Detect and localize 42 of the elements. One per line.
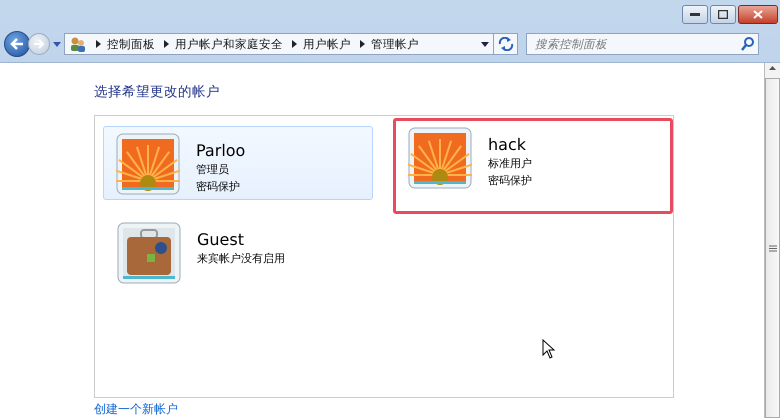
account-tile[interactable]: Parloo 管理员 密码保护 bbox=[103, 126, 373, 200]
suitcase-avatar-icon bbox=[117, 222, 181, 284]
create-account-link[interactable]: 创建一个新帐户 bbox=[94, 401, 178, 418]
breadcrumb-item[interactable]: 用户帐户 bbox=[303, 36, 351, 52]
chevron-icon[interactable] bbox=[292, 40, 297, 48]
refresh-icon bbox=[498, 37, 514, 51]
page-heading: 选择希望更改的帐户 bbox=[94, 83, 221, 101]
breadcrumb-item[interactable]: 控制面板 bbox=[107, 36, 155, 52]
flower-avatar-icon bbox=[116, 133, 180, 195]
back-arrow-icon bbox=[10, 38, 24, 50]
account-detail: 管理员 bbox=[196, 162, 230, 178]
account-name: Parloo bbox=[196, 141, 246, 161]
account-detail: 密码保护 bbox=[488, 173, 532, 189]
account-detail: 来宾帐户没有启用 bbox=[197, 251, 285, 267]
minimize-button[interactable] bbox=[682, 5, 708, 24]
breadcrumb-item[interactable]: 用户帐户和家庭安全 bbox=[175, 36, 283, 52]
mouse-pointer-icon bbox=[542, 339, 556, 359]
chevron-icon[interactable] bbox=[96, 40, 101, 48]
account-tile[interactable]: Guest 来宾帐户没有启用 bbox=[103, 214, 373, 294]
back-button[interactable] bbox=[4, 31, 30, 57]
search-field[interactable]: 搜索控制面板 bbox=[526, 33, 759, 55]
minimize-icon bbox=[690, 12, 700, 16]
account-detail: 标准用户 bbox=[488, 156, 532, 172]
scroll-up-icon[interactable] bbox=[769, 66, 776, 70]
forward-arrow-icon bbox=[33, 38, 45, 50]
search-icon bbox=[741, 37, 754, 51]
address-bar[interactable]: 控制面板 用户帐户和家庭安全 用户帐户 管理帐户 bbox=[64, 33, 494, 55]
flower-avatar-icon bbox=[408, 127, 472, 189]
refresh-button[interactable] bbox=[494, 33, 518, 55]
maximize-icon bbox=[718, 10, 728, 19]
close-icon bbox=[753, 10, 763, 19]
chevron-icon[interactable] bbox=[164, 40, 169, 48]
account-tile[interactable]: hack 标准用户 密码保护 bbox=[393, 118, 673, 214]
account-detail: 密码保护 bbox=[196, 179, 241, 195]
users-icon bbox=[69, 36, 87, 52]
breadcrumb-item[interactable]: 管理帐户 bbox=[371, 36, 419, 52]
close-button[interactable] bbox=[738, 5, 778, 24]
account-name: Guest bbox=[197, 230, 245, 250]
account-name: hack bbox=[488, 135, 528, 155]
dropdown-icon[interactable] bbox=[481, 42, 489, 46]
chevron-icon[interactable] bbox=[360, 40, 365, 48]
maximize-button[interactable] bbox=[710, 5, 736, 24]
